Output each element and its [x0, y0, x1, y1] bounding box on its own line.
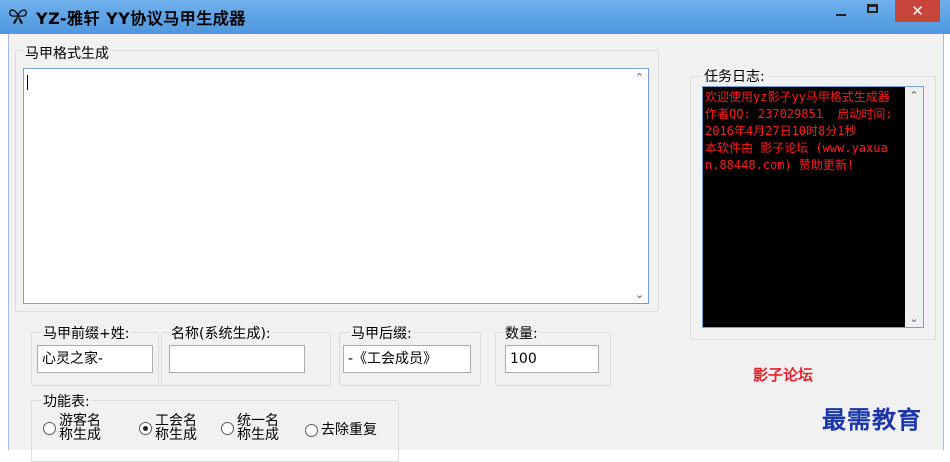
format-scrollbar[interactable]: ⌃ ⌄: [631, 69, 648, 303]
suffix-label: 马甲后缀:: [349, 323, 414, 343]
close-icon: ✕: [911, 2, 924, 20]
radio-dot: [305, 423, 318, 437]
radio-unified-name[interactable]: 统一名称生成: [221, 414, 285, 442]
log-scroll-down-icon[interactable]: ⌄: [905, 310, 923, 327]
count-label: 数量:: [503, 323, 540, 343]
radio-guest-name-label: 游客名称生成: [59, 413, 101, 443]
name-input[interactable]: [169, 345, 305, 373]
radio-dot: [221, 421, 234, 435]
minimize-icon: [836, 14, 846, 16]
radio-guild-name[interactable]: 工会名称生成: [139, 414, 203, 442]
butterfly-icon: [9, 9, 27, 24]
task-log-box[interactable]: 欢迎使用yz影子yy马甲格式生成器 作者QQ: 237029851 启动时间: …: [702, 86, 924, 328]
radio-dedupe-label: 去除重复: [321, 422, 377, 438]
radio-guild-name-label: 工会名称生成: [155, 413, 197, 443]
text-caret: [27, 75, 28, 90]
maximize-button[interactable]: [857, 0, 887, 22]
name-label: 名称(系统生成):: [169, 323, 273, 343]
log-scroll-up-icon[interactable]: ⌃: [905, 87, 923, 104]
watermark: 最需教育: [822, 405, 922, 434]
suffix-input[interactable]: -《工会成员》: [343, 345, 471, 373]
maximize-icon: [866, 4, 878, 13]
function-label: 功能表:: [41, 391, 92, 411]
radio-guest-name[interactable]: 游客名称生成: [43, 414, 107, 442]
radio-dot-checked: [139, 421, 152, 435]
log-group-label: 任务日志:: [702, 66, 767, 86]
forum-link[interactable]: 影子论坛: [753, 364, 813, 385]
prefix-label: 马甲前缀+姓:: [41, 323, 132, 343]
count-input[interactable]: 100: [505, 345, 599, 373]
title-bar: YZ-雅轩 YY协议马甲生成器 ✕: [0, 0, 950, 34]
close-button[interactable]: ✕: [895, 0, 940, 22]
window-title: YZ-雅轩 YY协议马甲生成器: [36, 9, 246, 28]
scroll-up-icon[interactable]: ⌃: [631, 69, 648, 86]
task-log-text: 欢迎使用yz影子yy马甲格式生成器 作者QQ: 237029851 启动时间: …: [705, 90, 893, 172]
scroll-down-icon[interactable]: ⌄: [631, 286, 648, 303]
log-scrollbar[interactable]: ⌃ ⌄: [905, 87, 923, 327]
client-area: 马甲格式生成 ⌃ ⌄ 任务日志: 欢迎使用yz影子yy马甲格式生成器 作者QQ:…: [8, 34, 944, 462]
radio-dot: [43, 421, 56, 435]
format-group-label: 马甲格式生成: [23, 43, 111, 63]
format-output-textarea[interactable]: ⌃ ⌄: [23, 68, 649, 304]
minimize-button[interactable]: [826, 0, 856, 22]
radio-unified-name-label: 统一名称生成: [237, 413, 279, 443]
radio-dedupe[interactable]: 去除重复: [305, 423, 377, 437]
prefix-input[interactable]: 心灵之家-: [37, 345, 153, 373]
